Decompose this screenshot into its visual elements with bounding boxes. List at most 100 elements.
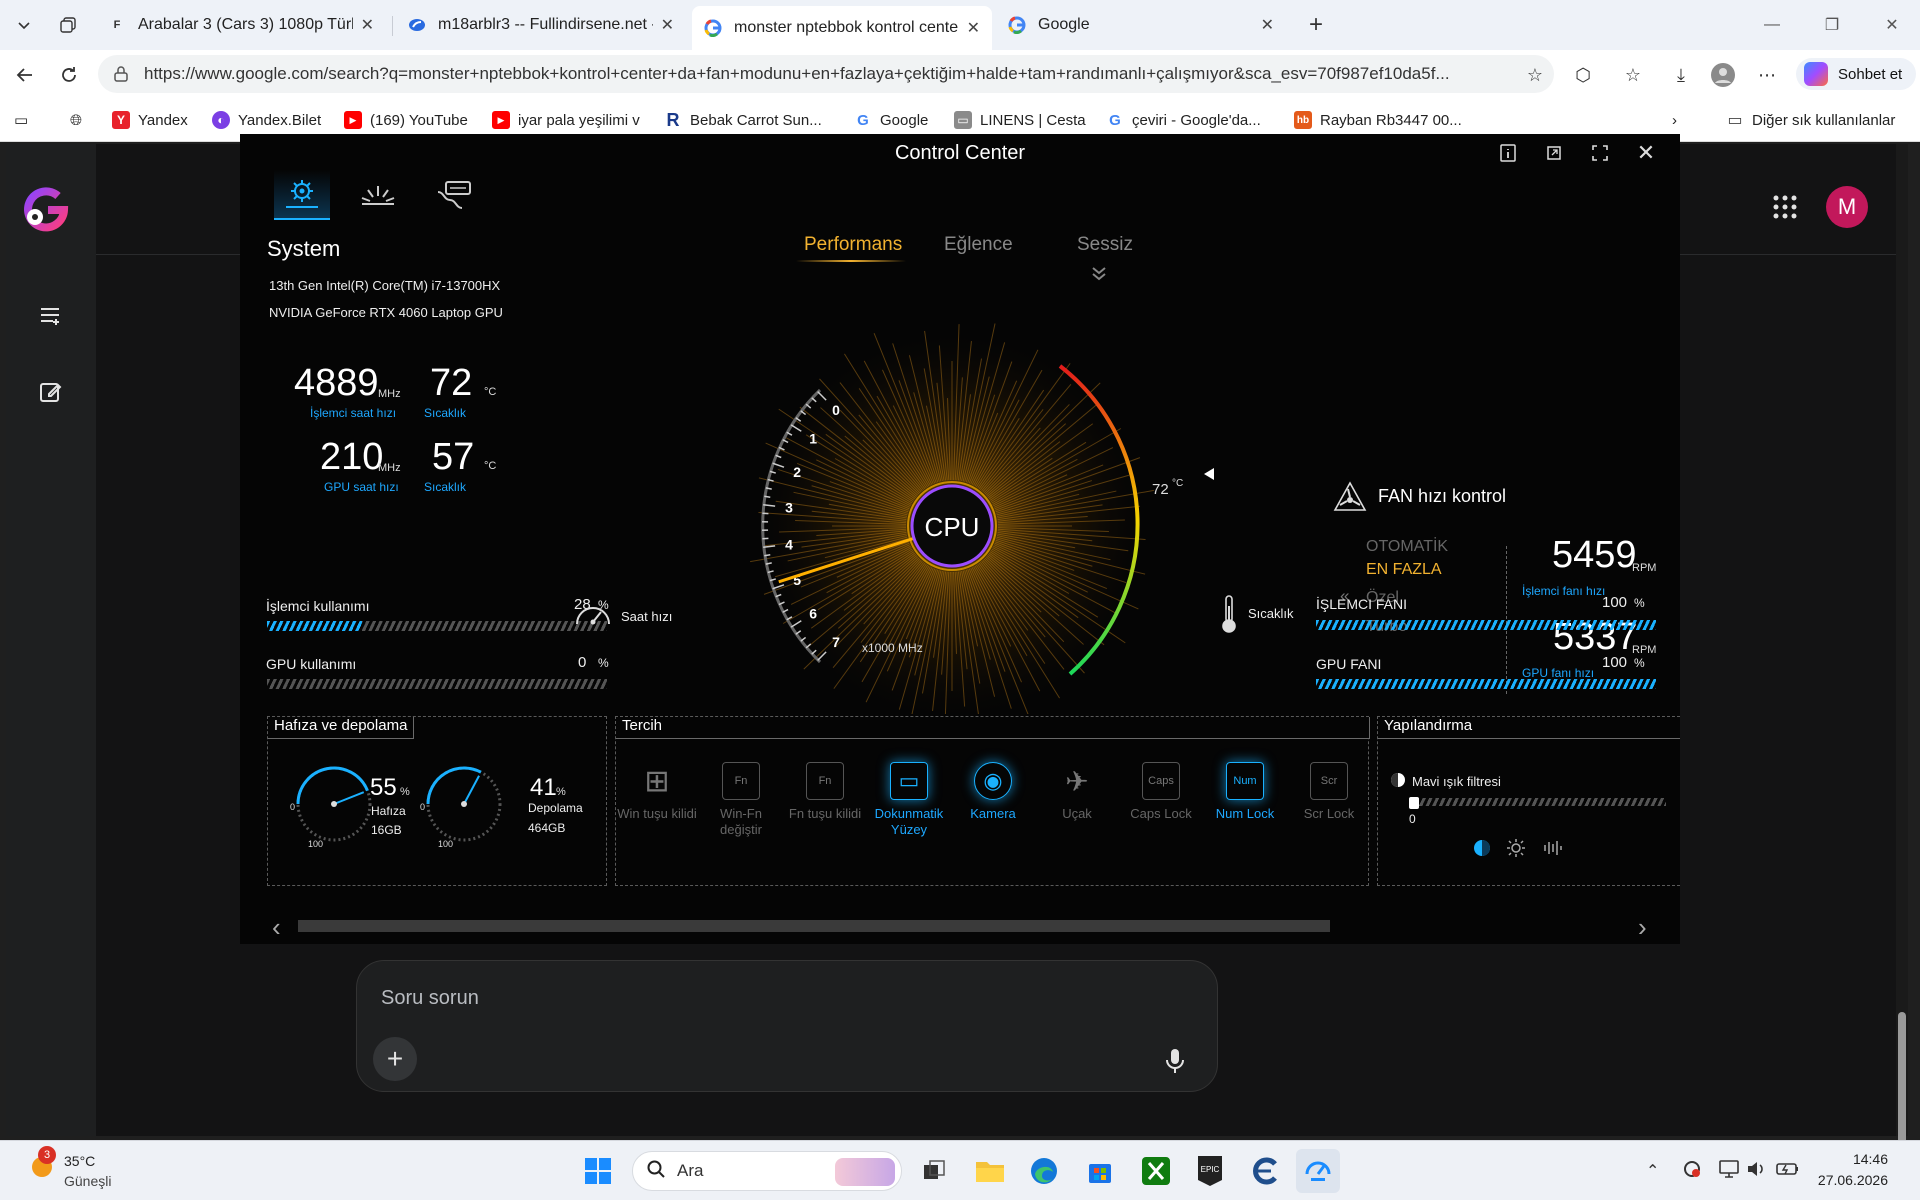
start-icon[interactable] [576,1149,620,1193]
copilot-chat-button[interactable]: Sohbet et [1796,58,1917,90]
battery-icon[interactable] [1776,1159,1800,1184]
bookmark-rayban[interactable]: hb Rayban Rb3447 00... [1294,108,1462,132]
cpu-temp-value: 72 [430,362,473,404]
favorite-star-icon[interactable]: ☆ [1520,60,1550,90]
cc-close-icon[interactable]: ✕ [1632,140,1660,166]
bookmark-iyar-pala[interactable]: ▶ iyar pala yeşilimi v [492,108,640,132]
taskbar-search[interactable]: Ara [632,1151,902,1191]
mode-entertainment-tab[interactable]: Eğlence [944,234,1013,256]
minimize-icon[interactable]: — [1752,10,1792,40]
pref-caps-lock[interactable]: Caps Caps Lock [1119,762,1203,822]
ccleaner-icon[interactable] [1244,1149,1288,1193]
xbox-icon[interactable] [1134,1149,1178,1193]
mode-silent-tab[interactable]: Sessiz [1077,234,1133,256]
more-menu-icon[interactable]: ⋯ [1752,60,1782,90]
close-tab-icon[interactable]: ✕ [361,15,374,35]
tab-google[interactable]: Google ✕ [996,6,1286,44]
show-hidden-icons-chevron-icon[interactable]: ⌃ [1646,1161,1659,1181]
new-chat-edit-icon[interactable] [37,378,65,406]
cc-info-icon[interactable] [1494,140,1522,166]
network-icon[interactable] [1718,1159,1740,1184]
apps-grid-icon[interactable] [1772,194,1798,220]
other-bookmarks[interactable]: ▭ Diğer sık kullanılanlar [1726,108,1895,132]
pref-win-fn-swap[interactable]: Fn Win-Fn değiştir [699,762,783,838]
scroll-left-chevron-icon[interactable]: ‹ [272,912,281,943]
scroll-right-chevron-icon[interactable]: › [1638,912,1647,943]
maximize-icon[interactable]: ❐ [1812,10,1852,40]
pref-win-key-lock[interactable]: ⊞ Win tuşu kilidi [615,762,699,822]
edge-icon[interactable] [1022,1149,1066,1193]
menu-list-icon[interactable] [37,302,65,330]
weather-temp[interactable]: 35°C [64,1153,95,1169]
bookmark-bebak-carrot[interactable]: R Bebak Carrot Sun... [664,108,822,132]
new-tab-icon[interactable]: + [1300,9,1332,41]
add-attachment-button[interactable]: + [373,1037,417,1081]
expand-modes-chevron-icon[interactable] [1090,264,1108,287]
close-tab-icon[interactable]: ✕ [967,18,980,38]
gemini-logo-icon[interactable] [20,186,70,232]
cc-lighting-tab[interactable] [350,170,406,220]
tab-actions-chevron-icon[interactable] [8,9,40,41]
prompt-input-box[interactable]: Soru sorun + [356,960,1218,1092]
clock-time[interactable]: 14:46 [1828,1151,1888,1167]
account-avatar[interactable]: M [1826,186,1868,228]
cc-macro-tab[interactable] [426,170,482,220]
bookmarks-overflow-chevron-icon[interactable]: › [1672,108,1677,132]
page-scrollbar[interactable] [1896,144,1908,1200]
blue-light-slider[interactable] [1416,798,1666,806]
mode-performance-tab[interactable]: Performans [804,234,902,256]
config-display-icon[interactable] [1472,838,1492,863]
reading-view-icon[interactable]: ▭ [14,108,28,132]
profile-icon[interactable] [1708,60,1738,90]
cc-system-tab[interactable] [274,170,330,220]
fan-mode-max[interactable]: EN FAZLA [1366,561,1442,579]
pref-scroll-lock[interactable]: Scr Scr Lock [1287,762,1371,822]
config-audio-icon[interactable] [1542,838,1562,863]
site-info-icon[interactable] [112,65,130,83]
microsoft-store-icon[interactable] [1078,1149,1122,1193]
globe-icon[interactable]: 🌐︎ [70,108,82,132]
config-lighting-icon[interactable] [1506,838,1526,863]
bookmark-label: iyar pala yeşilimi v [518,111,640,129]
bookmark-yandex[interactable]: Y Yandex [112,108,188,132]
bookmark-google[interactable]: G Google [854,108,928,132]
task-view-icon[interactable] [912,1149,956,1193]
tab-monster-search[interactable]: monster nptebbok kontrol center d ✕ [692,6,992,50]
pref-fn-lock[interactable]: Fn Fn tuşu kilidi [783,762,867,822]
bookmark-ceviri[interactable]: Gçeviri - Google'da... [1106,108,1261,132]
workspaces-icon[interactable] [52,9,84,41]
tab-cars3[interactable]: F Arabalar 3 (Cars 3) 1080p Türkçe D ✕ [96,6,386,44]
address-bar[interactable]: https://www.google.com/search?q=monster+… [98,55,1554,93]
downloads-icon[interactable]: ⤓ [1666,60,1696,90]
close-tab-icon[interactable]: ✕ [1261,15,1274,35]
microphone-icon[interactable] [1163,1047,1187,1075]
bookmark-youtube[interactable]: ▶ (169) YouTube [344,108,468,132]
clock-date[interactable]: 27.06.2026 [1808,1172,1888,1188]
cc-fullscreen-icon[interactable] [1586,140,1614,166]
epic-games-icon[interactable]: EPIC [1188,1149,1232,1193]
gpu-temp-value: 57 [432,436,475,478]
weather-desc[interactable]: Güneşli [64,1173,111,1189]
pref-camera[interactable]: ◉ Kamera [951,762,1035,822]
cc-horizontal-scrollbar[interactable] [298,920,1330,932]
file-explorer-icon[interactable] [968,1149,1012,1193]
back-icon[interactable] [10,60,40,90]
bookmark-yandex-bilet[interactable]: ◐ Yandex.Bilet [212,108,321,132]
pref-num-lock[interactable]: Num Num Lock [1203,762,1287,822]
close-window-icon[interactable]: ✕ [1872,10,1912,40]
cc-titlebar: Control Center ✕ [240,134,1680,170]
fan-mode-auto[interactable]: OTOMATİK [1366,538,1448,556]
cc-restore-icon[interactable] [1540,140,1568,166]
favorites-icon[interactable]: ☆ [1618,60,1648,90]
prompt-placeholder[interactable]: Soru sorun [381,987,479,1010]
reload-icon[interactable] [54,60,84,90]
volume-icon[interactable] [1746,1159,1768,1184]
bookmark-linens[interactable]: ▭ LINENS | Cesta [954,108,1086,132]
pref-airplane[interactable]: ✈ Uçak [1035,762,1119,822]
control-center-taskbar-icon[interactable] [1296,1149,1340,1193]
tray-app-icon[interactable] [1682,1159,1702,1184]
close-tab-icon[interactable]: ✕ [661,15,674,35]
extensions-icon[interactable]: ⬡ [1568,60,1598,90]
pref-touchpad[interactable]: ▭ Dokunmatik Yüzey [867,762,951,838]
tab-fullindirsene[interactable]: m18arblr3 -- Fullindirsene.net --.ra ✕ [396,6,686,44]
